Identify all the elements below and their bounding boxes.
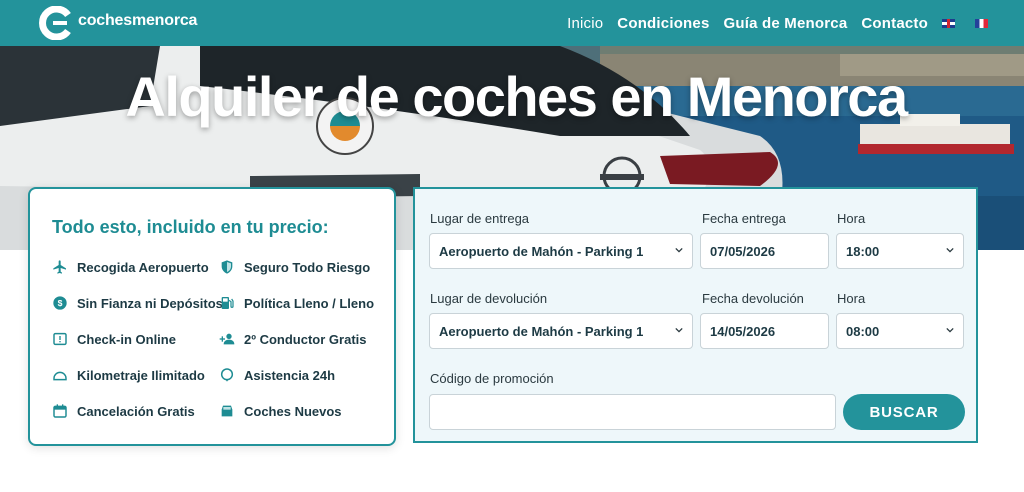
search-button[interactable]: BUSCAR	[843, 394, 965, 430]
pickup-time-select[interactable]: 18:00	[836, 233, 964, 269]
return-time-label: Hora	[837, 291, 866, 306]
logo-c-icon	[39, 6, 71, 40]
feature-label: Check-in Online	[77, 331, 176, 347]
feature-label: Cancelación Gratis	[77, 403, 195, 419]
location-pin-icon	[219, 367, 235, 383]
feature-item: Política Lleno / Lleno	[219, 295, 374, 311]
chevron-down-icon	[946, 327, 954, 333]
nav-inicio[interactable]: Inicio	[567, 15, 603, 32]
pickup-time-value: 18:00	[846, 243, 880, 259]
feature-label: 2º Conductor Gratis	[244, 331, 367, 347]
promo-code-input[interactable]	[429, 394, 836, 430]
nav-condiciones[interactable]: Condiciones	[617, 15, 709, 32]
fuel-pump-icon	[219, 295, 235, 311]
airplane-icon	[52, 259, 68, 275]
feature-item: Asistencia 24h	[219, 367, 335, 383]
feature-item: 2º Conductor Gratis	[219, 331, 366, 347]
feature-label: Kilometraje Ilimitado	[77, 367, 205, 383]
feature-item: $ Sin Fianza ni Depósitos	[52, 295, 223, 311]
pickup-date-label: Fecha entrega	[702, 211, 786, 226]
nav-guia-menorca[interactable]: Guía de Menorca	[724, 15, 848, 32]
return-location-value: Aeropuerto de Mahón - Parking 1	[439, 323, 644, 339]
feature-label: Asistencia 24h	[244, 367, 336, 383]
pickup-location-select[interactable]: Aeropuerto de Mahón - Parking 1	[429, 233, 693, 269]
booking-form: Lugar de entrega Fecha entrega Hora Aero…	[413, 187, 978, 443]
feature-label: Seguro Todo Riesgo	[244, 259, 371, 275]
return-date-label: Fecha devolución	[702, 291, 804, 306]
hero-title: Alquiler de coches en Menorca	[125, 65, 908, 128]
return-time-select[interactable]: 08:00	[836, 313, 964, 349]
feature-item: Coches Nuevos	[219, 403, 342, 419]
pickup-location-value: Aeropuerto de Mahón - Parking 1	[439, 243, 644, 259]
shield-icon	[219, 259, 235, 275]
alert-box-icon	[52, 331, 68, 347]
return-time-value: 08:00	[846, 323, 880, 339]
feature-label: Coches Nuevos	[244, 403, 342, 419]
calendar-icon	[52, 403, 68, 419]
feature-item: Recogida Aeropuerto	[52, 259, 209, 275]
nav-contacto[interactable]: Contacto	[861, 15, 928, 32]
pickup-time-label: Hora	[837, 211, 866, 226]
french-flag-icon[interactable]	[975, 18, 988, 28]
feature-label: Recogida Aeropuerto	[77, 259, 209, 275]
pickup-location-label: Lugar de entrega	[430, 211, 530, 226]
chevron-down-icon	[675, 247, 683, 253]
add-person-icon	[219, 331, 235, 347]
features-title: Todo esto, incluido en tu precio:	[52, 217, 329, 237]
dollar-circle-icon: $	[52, 295, 68, 311]
feature-item: Cancelación Gratis	[52, 403, 195, 419]
car-icon	[219, 403, 235, 419]
main-nav: Inicio Condiciones Guía de Menorca Conta…	[553, 0, 988, 46]
speedometer-icon	[52, 367, 68, 383]
chevron-down-icon	[946, 247, 954, 253]
pickup-date-value: 07/05/2026	[710, 243, 776, 259]
feature-label: Política Lleno / Lleno	[244, 295, 375, 311]
logo-text: cochesmenorca	[78, 12, 198, 29]
feature-item: Seguro Todo Riesgo	[219, 259, 370, 275]
top-navigation-bar: cochesmenorca Inicio Condiciones Guía de…	[0, 0, 1024, 46]
feature-item: Kilometraje Ilimitado	[52, 367, 205, 383]
included-features-card: Todo esto, incluido en tu precio: Recogi…	[28, 187, 396, 446]
feature-item: Check-in Online	[52, 331, 176, 347]
svg-text:$: $	[58, 298, 63, 308]
english-flag-icon[interactable]	[942, 18, 955, 28]
return-date-value: 14/05/2026	[710, 323, 776, 339]
pickup-date-field[interactable]: 07/05/2026	[700, 233, 829, 269]
promo-code-label: Código de promoción	[430, 371, 554, 386]
return-date-field[interactable]: 14/05/2026	[700, 313, 829, 349]
chevron-down-icon	[675, 327, 683, 333]
return-location-label: Lugar de devolución	[430, 291, 548, 306]
feature-label: Sin Fianza ni Depósitos	[77, 295, 223, 311]
logo[interactable]: cochesmenorca	[38, 6, 197, 40]
return-location-select[interactable]: Aeropuerto de Mahón - Parking 1	[429, 313, 693, 349]
